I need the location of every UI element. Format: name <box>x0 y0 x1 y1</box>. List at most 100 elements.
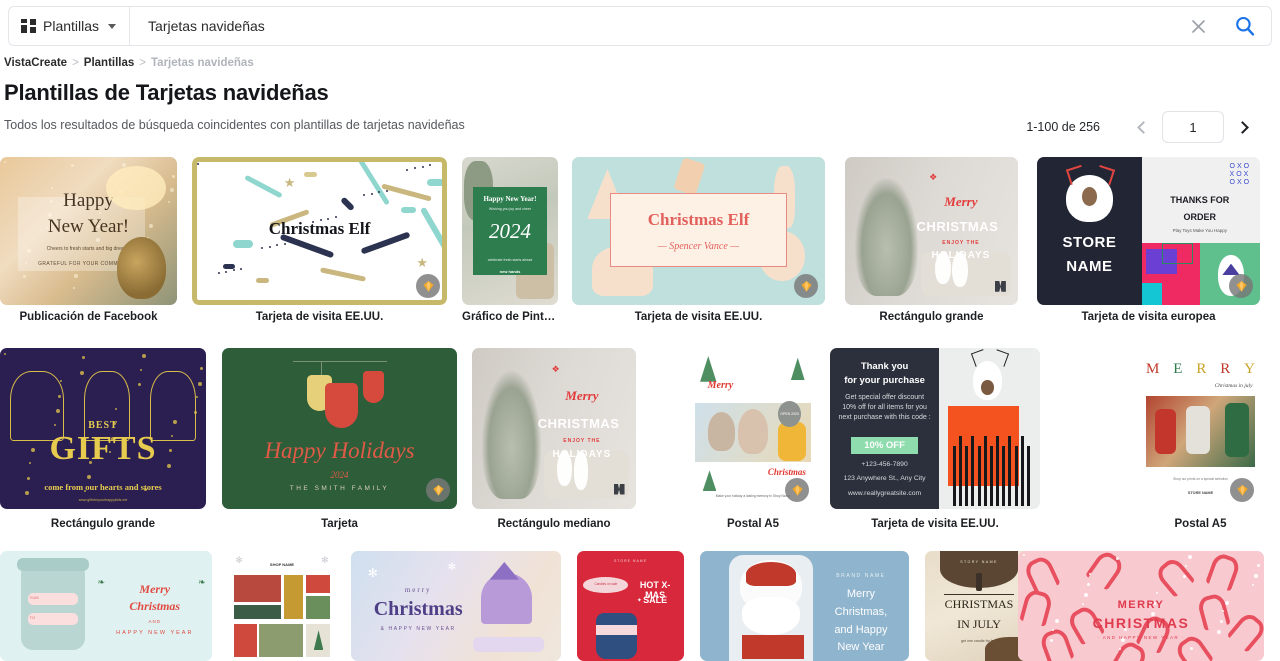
breadcrumb-separator: > <box>139 57 147 69</box>
grid-icon <box>21 19 36 33</box>
thumb-text: Merry <box>707 380 734 392</box>
template-card[interactable]: BEST GIFTS come from our hearts and stor… <box>0 348 206 509</box>
breadcrumb-item-1[interactable]: Plantillas <box>84 57 135 69</box>
template-thumbnail[interactable]: Thank you for your purchase Get special … <box>830 348 1040 509</box>
template-caption: Postal A5 <box>727 518 779 530</box>
thumb-text: www.giftsforyourhappykids.net <box>78 497 128 502</box>
template-thumbnail[interactable]: MERRY CHRISTMAS · AND HAPPY NEW YEAR · <box>1018 551 1264 661</box>
thumb-text: Wishing you joy and cheer <box>488 207 532 212</box>
premium-badge <box>1229 274 1253 298</box>
premium-badge <box>1230 478 1254 502</box>
thumb-text: & HAPPY NEW YEAR <box>380 625 456 632</box>
thumb-text: Happy New Year! <box>483 195 537 204</box>
thumb-text: YUM <box>29 595 39 600</box>
template-card[interactable]: SHOP NAME ✻ ✻ <box>229 551 335 661</box>
search-input[interactable] <box>130 7 1177 45</box>
template-thumbnail[interactable]: ★ ★ Christmas Elf <box>192 157 447 305</box>
thumb-text: Thank you <box>860 360 909 372</box>
template-thumbnail[interactable]: ❖ Merry CHRISTMAS ENJOY THE HOLIDAYS <box>472 348 636 509</box>
thumb-text: STORE NAME <box>613 558 648 563</box>
thumb-text: Merry <box>944 194 978 209</box>
thumb-text: THE SMITH FAMILY <box>289 484 390 492</box>
premium-badge <box>416 274 440 298</box>
clear-search-button[interactable] <box>1177 7 1219 45</box>
thumb-text: STORE <box>1062 233 1117 251</box>
template-card[interactable]: MERRY Christmas in july Shop our prints … <box>1140 348 1261 509</box>
template-card[interactable]: YUM TO Merry Christmas AND HAPPY NEW YEA… <box>0 551 212 661</box>
thumb-text: CHRISTMAS <box>916 219 999 235</box>
thumb-text: CHRISTMAS <box>537 415 620 431</box>
template-card[interactable]: Happy New Year! Wishing you joy and chee… <box>462 157 558 305</box>
thumb-text: MERRY <box>1117 599 1165 612</box>
breadcrumb-item-0[interactable]: VistaCreate <box>4 57 67 69</box>
template-card[interactable]: Happy New Year! Cheers to fresh starts a… <box>0 157 177 305</box>
thumb-text: www.reallygreatsite.com <box>847 489 922 497</box>
template-card[interactable]: BRAND NAME Merry Christmas, and Happy Ne… <box>700 551 909 661</box>
category-selector[interactable]: Plantillas <box>9 7 131 45</box>
thumb-decoration: OXO XOX OXO <box>1229 162 1252 186</box>
template-thumbnail[interactable]: Happy New Year! Wishing you joy and chee… <box>462 157 558 305</box>
template-thumbnail[interactable]: ✻ ✻ merry Christmas & HAPPY NEW YEAR <box>351 551 561 661</box>
template-card[interactable]: ❖ Merry CHRISTMAS ENJOY THE HOLIDAYS <box>845 157 1018 305</box>
template-card[interactable]: Thank you for your purchase Get special … <box>830 348 1040 509</box>
thumb-text: Play Toys Make You Happy <box>1172 228 1228 234</box>
breadcrumb-item-2: Tarjetas navideñas <box>151 57 254 69</box>
thumb-text: Christmas Elf <box>647 210 750 230</box>
template-thumbnail[interactable]: YUM TO Merry Christmas AND HAPPY NEW YEA… <box>0 551 212 661</box>
template-card[interactable]: ❖ Merry CHRISTMAS ENJOY THE HOLIDAYS <box>472 348 636 509</box>
premium-diamond-icon <box>791 484 803 496</box>
template-thumbnail[interactable]: Merry OPEN 2023 Christmas Make your holi… <box>690 348 816 509</box>
search-icon <box>1236 16 1255 36</box>
template-card[interactable]: Christmas Elf — Spencer Vance — <box>572 157 825 305</box>
thumb-text: NAME <box>1066 257 1113 275</box>
search-button[interactable] <box>1219 7 1271 45</box>
thumb-text: HAPPY NEW YEAR <box>116 630 194 637</box>
thumb-text: ENJOY THE <box>563 438 601 445</box>
template-caption: Tarjeta <box>321 518 358 530</box>
thumb-text: Christmas, <box>834 606 888 618</box>
thumb-text: New Year <box>837 641 885 654</box>
category-label: Plantillas <box>43 18 100 34</box>
pagination: 1-100 de 256 1 <box>1026 111 1260 143</box>
template-caption: Gráfico de Pinterest <box>462 311 558 323</box>
template-thumbnail[interactable]: ❖ Merry CHRISTMAS ENJOY THE HOLIDAYS <box>845 157 1018 305</box>
template-card[interactable]: ★ ★ Christmas Elf <box>192 157 447 305</box>
template-caption: Rectángulo grande <box>50 518 156 530</box>
template-thumbnail[interactable]: Christmas Elf — Spencer Vance — <box>572 157 825 305</box>
template-thumbnail[interactable]: STORY NAME CHRISTMAS IN JULY get one can… <box>925 551 1033 661</box>
template-thumbnail[interactable]: STORE NAME OXO XOX OXO THANKS FOR ORDER Pl… <box>1037 157 1260 305</box>
template-caption: Postal A5 <box>1174 518 1227 530</box>
thumb-text: and Happy <box>834 623 888 636</box>
template-thumbnail[interactable]: Happy Holidays 2024 THE SMITH FAMILY <box>222 348 457 509</box>
template-thumbnail[interactable]: BRAND NAME Merry Christmas, and Happy Ne… <box>700 551 909 661</box>
template-card[interactable]: STORE NAME Candles on sale HOT X-MAS SAL… <box>577 551 684 661</box>
template-thumbnail[interactable]: BEST GIFTS come from our hearts and stor… <box>0 348 206 509</box>
template-card[interactable]: ✻ ✻ merry Christmas & HAPPY NEW YEAR <box>351 551 561 661</box>
template-thumbnail[interactable]: Happy New Year! Cheers to fresh starts a… <box>0 157 177 305</box>
thumb-text: Christmas <box>373 598 463 621</box>
template-card[interactable]: STORE NAME OXO XOX OXO THANKS FOR ORDER Pl… <box>1037 157 1260 305</box>
template-card[interactable]: Happy Holidays 2024 THE SMITH FAMILY <box>222 348 457 509</box>
template-thumbnail[interactable]: SHOP NAME ✻ ✻ <box>229 551 335 661</box>
template-card[interactable]: STORY NAME CHRISTMAS IN JULY get one can… <box>925 551 1033 661</box>
template-caption: Tarjeta de visita EE.UU. <box>634 311 763 323</box>
thumb-text: ORDER <box>1183 211 1217 222</box>
current-page-number[interactable]: 1 <box>1162 111 1224 143</box>
chevron-right-icon <box>1236 120 1249 134</box>
template-card[interactable]: Merry OPEN 2023 Christmas Make your holi… <box>690 348 816 509</box>
thumb-text: Get special offer discount 10% off for a… <box>838 394 931 422</box>
chevron-down-icon <box>108 23 117 29</box>
premium-badge <box>794 274 818 298</box>
thumb-text: Christmas <box>129 599 181 614</box>
thumb-text: CHRISTMAS <box>1092 614 1190 631</box>
next-page-button[interactable] <box>1228 112 1260 142</box>
template-card[interactable]: MERRY CHRISTMAS · AND HAPPY NEW YEAR · <box>1018 551 1264 661</box>
thumb-text: — Spencer Vance — <box>657 241 740 253</box>
template-caption: Publicación de Facebook <box>19 311 158 323</box>
thumb-text: OPEN 2023 <box>778 401 801 427</box>
thumb-text: AND <box>148 619 162 625</box>
previous-page-button[interactable] <box>1126 112 1158 142</box>
template-thumbnail[interactable]: STORE NAME Candles on sale HOT X-MAS SAL… <box>577 551 684 661</box>
premium-diamond-icon <box>432 484 444 496</box>
template-thumbnail[interactable]: MERRY Christmas in july Shop our prints … <box>1140 348 1261 509</box>
